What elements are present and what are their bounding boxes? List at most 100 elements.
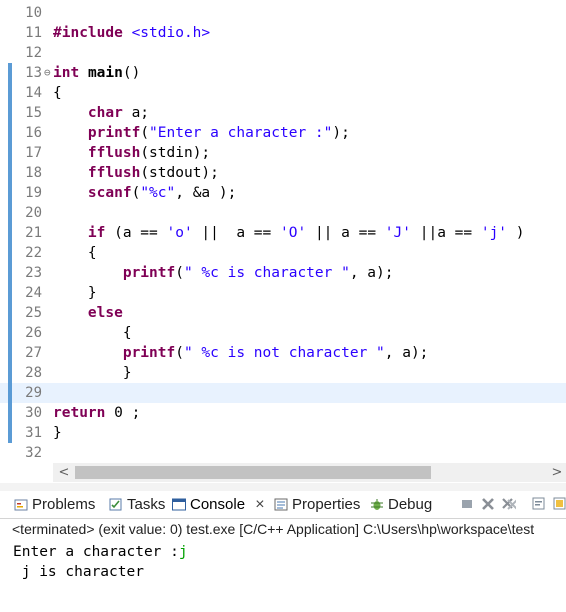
code-token: " %c is character " (183, 265, 350, 281)
tab-problems[interactable]: Problems (14, 491, 95, 518)
code-line[interactable]: 21 if (a == 'o' || a == 'O' || a == 'J' … (0, 223, 566, 243)
code-text: { (53, 243, 97, 263)
code-token: , &a ); (175, 185, 237, 201)
code-token: return (53, 405, 106, 421)
code-token: } (53, 425, 62, 441)
code-line[interactable]: 18 fflush(stdout); (0, 163, 566, 183)
properties-icon (274, 493, 288, 511)
code-token: { (53, 85, 62, 101)
open-console-icon[interactable] (553, 497, 566, 511)
code-line[interactable]: 28 } (0, 363, 566, 383)
line-number: 21 (25, 225, 42, 241)
close-icon[interactable]: × (255, 496, 264, 513)
code-line[interactable]: 12 (0, 43, 566, 63)
code-token: 'J' (384, 225, 411, 241)
remove-all-terminated-icon[interactable] (502, 497, 516, 511)
collapse-fold-icon[interactable]: ⊖ (44, 64, 51, 82)
code-token: ( (131, 185, 141, 201)
remove-launch-icon[interactable] (481, 497, 495, 511)
console-user-input: j (178, 544, 188, 560)
scroll-left-arrow[interactable]: < (55, 463, 73, 482)
code-line[interactable]: 27 printf(" %c is not character ", a); (0, 343, 566, 363)
code-token: printf (122, 345, 176, 361)
line-number: 10 (25, 5, 42, 21)
tab-debug[interactable]: Debug (370, 491, 432, 518)
line-number: 27 (25, 345, 42, 361)
code-text: printf("Enter a character :"); (53, 123, 350, 143)
code-token: , a); (349, 265, 394, 281)
console-line-1: Enter a character :j (13, 542, 188, 562)
scroll-right-arrow[interactable]: > (548, 463, 566, 482)
code-text: scanf("%c", &a ); (53, 183, 236, 203)
code-token: } (53, 285, 97, 301)
code-token: { (53, 325, 132, 341)
scrollbar-thumb[interactable] (75, 466, 431, 479)
tab-properties[interactable]: Properties (274, 491, 360, 518)
code-token: ) (507, 225, 525, 241)
code-line[interactable]: 20 (0, 203, 566, 223)
code-line[interactable]: 30 return 0 ; (0, 403, 566, 423)
code-text: else (53, 303, 123, 323)
line-number: 31 (25, 425, 42, 441)
code-line[interactable]: 14 { (0, 83, 566, 103)
line-number: 28 (25, 365, 42, 381)
code-line[interactable]: 23 printf(" %c is character ", a); (0, 263, 566, 283)
code-editor[interactable]: 10 11 #include <stdio.h> 12 13 ⊖ int main() 14{… (0, 0, 566, 463)
code-text: fflush(stdin); (53, 143, 210, 163)
code-token: char (87, 105, 123, 121)
code-token: else (87, 305, 123, 321)
code-line[interactable]: 25 else (0, 303, 566, 323)
pin-console-icon[interactable] (532, 497, 546, 511)
code-text: } (53, 283, 97, 303)
code-token: fflush (87, 165, 141, 181)
terminate-icon[interactable] (460, 497, 474, 511)
code-line[interactable]: 24 } (0, 283, 566, 303)
code-line[interactable]: 11 #include <stdio.h> (0, 23, 566, 43)
tab-tasks[interactable]: Tasks (109, 491, 165, 518)
horizontal-scrollbar[interactable]: < > (53, 463, 566, 482)
code-line[interactable]: 26 { (0, 323, 566, 343)
code-token: int (53, 65, 80, 81)
line-number: 24 (25, 285, 42, 301)
code-token: "%c" (140, 185, 176, 201)
code-text: return 0 ; (53, 403, 140, 423)
code-line[interactable]: 19 scanf("%c", &a ); (0, 183, 566, 203)
code-line[interactable]: 16 printf("Enter a character :"); (0, 123, 566, 143)
code-line[interactable]: 15 char a; (0, 103, 566, 123)
code-text: printf(" %c is character ", a); (53, 263, 394, 283)
code-line[interactable]: 10 (0, 3, 566, 23)
console-status-line: <terminated> (exit value: 0) test.exe [C… (0, 519, 566, 540)
code-text: } (53, 423, 62, 443)
code-token: ( (175, 345, 184, 361)
code-text: char a; (53, 103, 149, 123)
code-line[interactable]: 22 { (0, 243, 566, 263)
line-number: 22 (25, 245, 42, 261)
line-number: 11 (25, 25, 42, 41)
line-number: 20 (25, 205, 42, 221)
line-number: 16 (25, 125, 42, 141)
code-token: " %c is not character " (183, 345, 385, 361)
tab-console[interactable]: Console × (172, 491, 265, 518)
code-token: 'j' (480, 225, 508, 241)
code-text: { (53, 83, 62, 103)
code-line[interactable]: 29 (0, 383, 566, 403)
code-line[interactable]: 31} (0, 423, 566, 443)
tab-properties-label: Properties (292, 496, 361, 513)
code-token: fflush (87, 145, 141, 161)
line-number: 19 (25, 185, 42, 201)
code-text: if (a == 'o' || a == 'O' || a == 'J' ||a… (53, 223, 525, 243)
code-line[interactable]: 13 ⊖ int main() (0, 63, 566, 83)
code-line[interactable]: 32 (0, 443, 566, 463)
code-token: () (122, 65, 141, 81)
code-token: , a); (384, 345, 429, 361)
line-number: 32 (25, 445, 42, 461)
code-text: printf(" %c is not character ", a); (53, 343, 429, 363)
console-output[interactable]: Enter a character :j j is character (0, 540, 566, 612)
code-line[interactable]: 17 fflush(stdin); (0, 143, 566, 163)
line-number: 26 (25, 325, 42, 341)
code-token: (a == (105, 225, 167, 241)
code-token: 'o' (166, 225, 193, 241)
